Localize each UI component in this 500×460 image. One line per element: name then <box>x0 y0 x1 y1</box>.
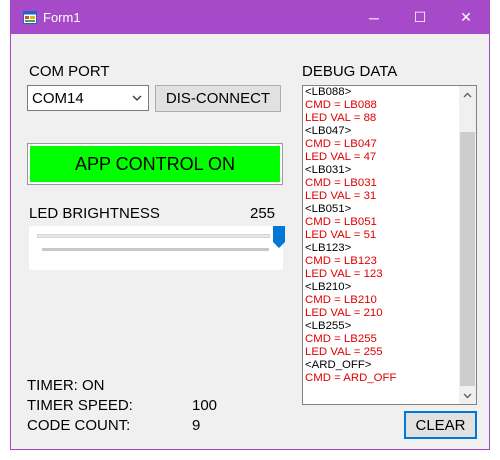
timer-speed-value: 100 <box>192 397 218 414</box>
form-app-icon <box>23 11 37 24</box>
debug-line: CMD = ARD_OFF <box>305 372 397 384</box>
debug-line: LED VAL = 255 <box>305 346 383 358</box>
chevron-down-icon <box>132 95 142 101</box>
disconnect-button[interactable]: DIS-CONNECT <box>155 85 281 112</box>
debug-line: LED VAL = 47 <box>305 151 377 163</box>
maximize-icon: ☐ <box>413 9 427 25</box>
com-port-select[interactable]: COM14 <box>27 85 149 111</box>
debug-line: LED VAL = 31 <box>305 190 377 202</box>
debug-line: <LB123> <box>305 242 352 254</box>
debug-data-label: DEBUG DATA <box>302 63 398 80</box>
debug-scrollbar[interactable] <box>459 86 476 404</box>
maximize-button[interactable]: ☐ <box>397 1 443 34</box>
debug-line: CMD = LB047 <box>305 138 377 150</box>
scroll-up-icon[interactable] <box>459 86 476 103</box>
led-brightness-slider[interactable] <box>29 226 285 270</box>
led-brightness-label: LED BRIGHTNESS <box>29 205 160 222</box>
debug-lines: <LB088> CMD = LB088 LED VAL = 88 <LB047> CMD… <box>305 86 457 385</box>
clear-button[interactable]: CLEAR <box>404 411 477 439</box>
com-port-value: COM14 <box>32 90 84 107</box>
debug-line: <LB255> <box>305 320 352 332</box>
debug-line: LED VAL = 88 <box>305 112 377 124</box>
debug-line: <ARD_OFF> <box>305 359 372 371</box>
debug-line: CMD = LB088 <box>305 99 377 111</box>
timer-status: TIMER: ON <box>27 377 105 394</box>
code-count-value: 9 <box>192 417 201 434</box>
debug-line: <LB047> <box>305 125 352 137</box>
debug-line: CMD = LB123 <box>305 255 377 267</box>
scroll-thumb[interactable] <box>460 132 475 386</box>
debug-line: CMD = LB210 <box>305 294 377 306</box>
slider-tick-line <box>42 248 269 251</box>
led-brightness-value: 255 <box>250 205 276 222</box>
slider-track <box>37 234 270 238</box>
minimize-button[interactable]: ─ <box>351 1 397 34</box>
debug-line: LED VAL = 210 <box>305 307 383 319</box>
close-button[interactable]: ✕ <box>443 1 489 34</box>
debug-data-list[interactable]: <LB088> CMD = LB088 LED VAL = 88 <LB047> CMD… <box>302 85 477 405</box>
debug-line: CMD = LB255 <box>305 333 377 345</box>
title-bar[interactable]: Form1 ─ ☐ ✕ <box>11 1 489 34</box>
debug-line: <LB031> <box>305 164 352 176</box>
minimize-icon: ─ <box>369 9 379 26</box>
window-title: Form1 <box>43 10 81 25</box>
code-count-label: CODE COUNT: <box>27 417 131 434</box>
scroll-down-icon[interactable] <box>459 387 476 404</box>
slider-thumb[interactable] <box>273 226 285 248</box>
debug-line: LED VAL = 123 <box>305 268 383 280</box>
debug-line: LED VAL = 51 <box>305 229 377 241</box>
debug-line: CMD = LB031 <box>305 177 377 189</box>
debug-line: <LB088> <box>305 86 352 98</box>
com-port-label: COM PORT <box>29 63 110 80</box>
debug-line: CMD = LB051 <box>305 216 377 228</box>
app-window: Form1 ─ ☐ ✕ COM PORT COM14 DIS-CONNECT A… <box>10 0 490 450</box>
debug-line: <LB051> <box>305 203 352 215</box>
debug-line: <LB210> <box>305 281 352 293</box>
app-control-button[interactable]: APP CONTROL ON <box>28 144 282 184</box>
close-icon: ✕ <box>460 9 472 25</box>
timer-speed-label: TIMER SPEED: <box>27 397 133 414</box>
